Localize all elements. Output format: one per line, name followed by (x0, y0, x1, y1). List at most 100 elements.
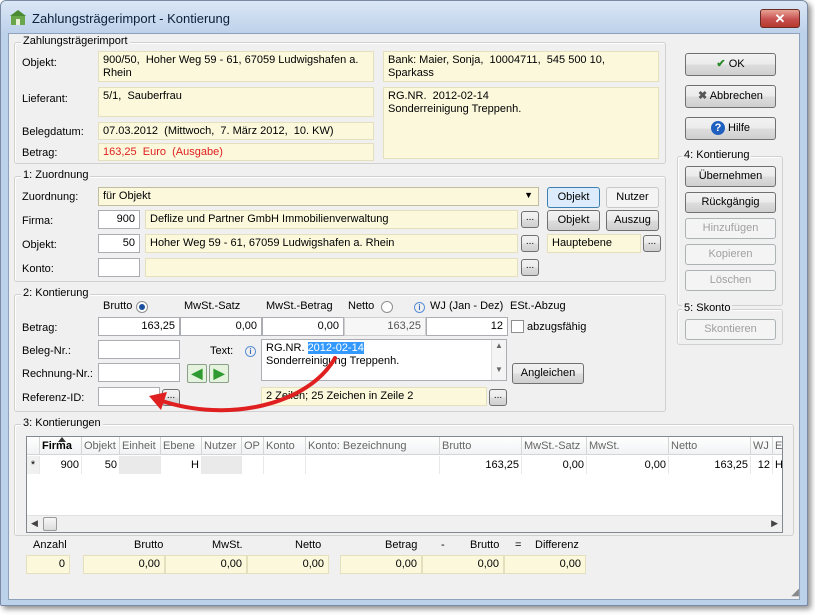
summary-brutto-field: 0,00 (83, 555, 165, 574)
col-konto-bezeichnung[interactable]: Konto: Bezeichnung (306, 437, 440, 455)
firma-name-field: Deflize und Partner GmbH Immobilienverwa… (145, 210, 518, 229)
kontierungen-table[interactable]: Firma Objekt Einheit Ebene Nutzer OP Kon… (26, 436, 783, 533)
col-einheit[interactable]: Einheit (120, 437, 161, 455)
zuordnung-group-title: 1: Zuordnung (21, 169, 91, 181)
brutto-input[interactable]: 163,25 (98, 317, 180, 336)
objekt-browse-button[interactable]: ... (521, 235, 539, 252)
wj-input[interactable]: 12 (426, 317, 508, 336)
hinzufuegen-button[interactable]: Hinzufügen (685, 218, 776, 239)
info-icon: i (414, 302, 425, 313)
cell-einheit[interactable] (120, 456, 161, 474)
cell-objekt[interactable]: 50 (82, 456, 120, 474)
rueckgaengig-button[interactable]: Rückgängig (685, 192, 776, 213)
cell-firma[interactable]: 900 (40, 456, 82, 474)
abzugsfaehig-label: abzugsfähig (527, 321, 587, 333)
zuordnung-select[interactable]: für Objekt ▼ (98, 187, 539, 206)
summary-mwst-label: MwSt. (212, 539, 243, 551)
objekt-toggle-button[interactable]: Objekt (547, 187, 600, 208)
auszug-button[interactable]: Auszug (606, 210, 659, 231)
objekt-button[interactable]: Objekt (547, 210, 600, 231)
zuordnung-objekt-label: Objekt: (22, 239, 57, 251)
cell-brutto[interactable]: 163,25 (440, 456, 522, 474)
col-ebene[interactable]: Ebene (161, 437, 202, 455)
summary-netto-field: 0,00 (247, 555, 329, 574)
cell-bezeichnung[interactable] (306, 456, 440, 474)
help-label: Hilfe (728, 122, 751, 134)
horizontal-scrollbar[interactable]: ◀ ▶ (27, 515, 782, 532)
ebene-browse-button[interactable]: ... (643, 235, 661, 252)
angleichen-button[interactable]: Angleichen (512, 363, 584, 384)
col-mwst-satz[interactable]: MwSt.-Satz (522, 437, 587, 455)
cell-netto[interactable]: 163,25 (669, 456, 751, 474)
textarea-scrollbar[interactable]: ▲ ▼ (491, 340, 506, 380)
import-objekt-field: 900/50, Hoher Weg 59 - 61, 67059 Ludwigs… (98, 51, 374, 82)
close-button[interactable]: ✕ (760, 9, 800, 28)
help-icon: ? (710, 121, 725, 135)
objekt-number-input[interactable]: 50 (98, 234, 140, 253)
kopieren-button[interactable]: Kopieren (685, 244, 776, 265)
ebene-field: Hauptebene (547, 234, 641, 253)
cell-e[interactable]: H (773, 456, 782, 474)
konto-browse-button[interactable]: ... (521, 259, 539, 276)
mwst-betrag-input[interactable]: 0,00 (262, 317, 344, 336)
window-title: Zahlungsträgerimport - Kontierung (32, 11, 230, 26)
col-brutto[interactable]: Brutto (440, 437, 522, 455)
differenz-field: 0,00 (504, 555, 586, 574)
cell-wj[interactable]: 12 (751, 456, 773, 474)
loeschen-button[interactable]: Löschen (685, 270, 776, 291)
firma-browse-button[interactable]: ... (521, 211, 539, 228)
import-lieferant-field: 5/1, Sauberfrau (98, 87, 374, 117)
help-button[interactable]: ? Hilfe (685, 117, 776, 140)
col-nutzer[interactable]: Nutzer (202, 437, 242, 455)
netto-field: 163,25 (344, 317, 426, 336)
brutto-radio[interactable] (136, 301, 148, 313)
title-bar[interactable]: Zahlungsträgerimport - Kontierung ✕ (1, 1, 807, 33)
kontierung-group-title: 2: Kontierung (21, 287, 91, 299)
summary-brutto2-field: 0,00 (422, 555, 504, 574)
dropdown-arrow-icon: ▼ (524, 190, 533, 200)
annotation-arrow (149, 356, 337, 413)
firma-number-input[interactable]: 900 (98, 210, 140, 229)
import-group-title: Zahlungsträgerimport (21, 35, 130, 47)
cancel-button[interactable]: ✖ Abbrechen (685, 85, 776, 108)
scroll-left-icon[interactable]: ◀ (31, 518, 38, 529)
cell-konto[interactable] (264, 456, 306, 474)
table-header: Firma Objekt Einheit Ebene Nutzer OP Kon… (27, 437, 782, 455)
text-browse-button[interactable]: ... (489, 389, 507, 406)
cell-ebene[interactable]: H (161, 456, 202, 474)
text-selection: 2012-02-14 (307, 342, 364, 354)
konto-number-input[interactable] (98, 258, 140, 277)
referenz-id-label: Referenz-ID: (22, 392, 85, 404)
cell-mwst-satz[interactable]: 0,00 (522, 456, 587, 474)
ok-button[interactable]: ✔ OK (685, 53, 776, 76)
col-mwst[interactable]: MwSt. (587, 437, 669, 455)
beleg-nr-label: Beleg-Nr.: (22, 345, 71, 357)
brutto-header: Brutto (103, 300, 133, 312)
konto-name-field (145, 258, 518, 277)
summary-brutto-label: Brutto (134, 539, 164, 551)
zuordnung-label: Zuordnung: (22, 191, 79, 203)
netto-radio[interactable] (381, 301, 393, 313)
cell-mwst[interactable]: 0,00 (587, 456, 669, 474)
scroll-right-icon[interactable]: ▶ (771, 518, 778, 529)
cell-nutzer[interactable] (202, 456, 242, 474)
scroll-thumb[interactable] (43, 517, 57, 531)
summary-betrag-label: Betrag (385, 539, 418, 551)
col-konto[interactable]: Konto (264, 437, 306, 455)
check-icon: ✔ (716, 58, 726, 70)
nutzer-toggle-button[interactable]: Nutzer (606, 187, 659, 208)
uebernehmen-button[interactable]: Übernehmen (685, 166, 776, 187)
col-objekt[interactable]: Objekt (82, 437, 120, 455)
resize-grip-icon[interactable]: ◢ (787, 587, 799, 599)
col-e[interactable]: E (773, 437, 782, 455)
col-wj[interactable]: WJ (751, 437, 773, 455)
cell-op[interactable] (242, 456, 264, 474)
wj-header: WJ (Jan - Dez) (430, 300, 504, 312)
import-betrag-field: 163,25 Euro (Ausgabe) (98, 143, 374, 161)
summary-mwst-field: 0,00 (165, 555, 247, 574)
col-netto[interactable]: Netto (669, 437, 751, 455)
col-op[interactable]: OP (242, 437, 264, 455)
abzugsfaehig-checkbox[interactable] (511, 320, 524, 333)
mwst-satz-input[interactable]: 0,00 (180, 317, 262, 336)
skontieren-button[interactable]: Skontieren (685, 319, 776, 340)
